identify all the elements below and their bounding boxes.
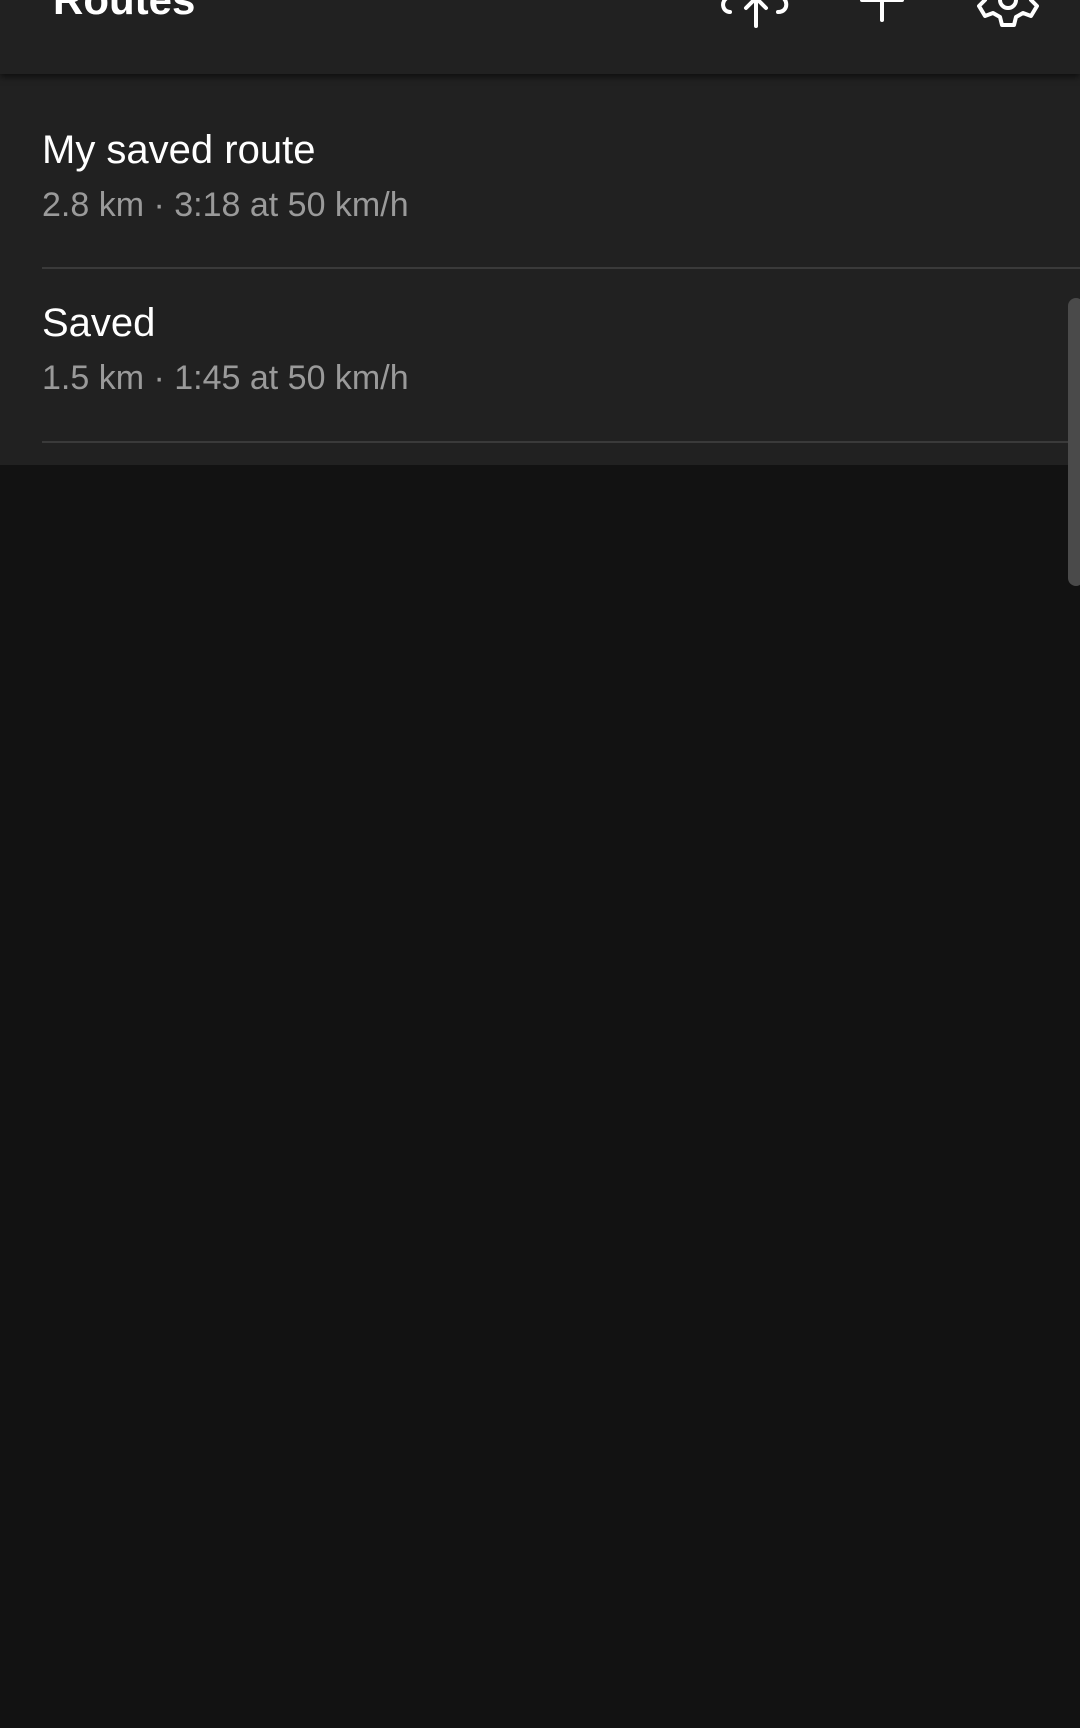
list-item[interactable]: Saved 1.5 km · 1:45 at 50 km/h xyxy=(0,247,1080,419)
upload-icon xyxy=(721,0,789,28)
add-icon xyxy=(860,0,904,22)
add-button[interactable] xyxy=(842,0,922,40)
route-details: 2.8 km · 3:18 at 50 km/h xyxy=(42,186,409,224)
upload-button[interactable] xyxy=(716,0,796,40)
scrollbar[interactable] xyxy=(1068,298,1080,586)
gear-icon xyxy=(977,0,1039,27)
routes-list: My saved route 2.8 km · 3:18 at 50 km/h … xyxy=(0,74,1080,465)
divider xyxy=(42,441,1080,443)
page-title: Routes xyxy=(53,0,195,30)
route-name: My saved route xyxy=(42,128,316,172)
route-details: 1.5 km · 1:45 at 50 km/h xyxy=(42,359,409,397)
route-name: Saved xyxy=(42,301,156,345)
settings-button[interactable] xyxy=(968,0,1048,40)
app-bar: Routes xyxy=(0,0,1080,74)
list-item[interactable]: My saved route 2.8 km · 3:18 at 50 km/h xyxy=(0,74,1080,246)
